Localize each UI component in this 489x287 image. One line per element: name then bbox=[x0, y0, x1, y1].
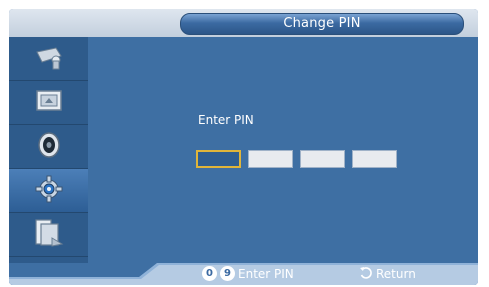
pin-entry bbox=[196, 150, 397, 168]
key-0-icon: 0 bbox=[202, 266, 217, 281]
pin-digit-4[interactable] bbox=[352, 150, 397, 168]
input-source-icon bbox=[34, 44, 64, 74]
sidebar-item-sound[interactable] bbox=[9, 125, 88, 169]
numeric-keys-hint: 0 9 Enter PIN bbox=[202, 266, 294, 281]
picture-icon bbox=[34, 88, 64, 118]
enter-pin-label: Enter PIN bbox=[198, 113, 254, 127]
osd-window: Change PIN Enter PIN 0 9 Enter PIN Retur… bbox=[9, 9, 478, 285]
multi-control-icon bbox=[33, 218, 65, 252]
setup-gear-icon bbox=[33, 173, 65, 209]
sidebar-menu bbox=[9, 37, 88, 285]
page-title: Change PIN bbox=[180, 13, 464, 35]
return-hint[interactable]: Return bbox=[359, 266, 416, 282]
sidebar-item-setup[interactable] bbox=[9, 169, 88, 213]
title-bar: Change PIN bbox=[9, 9, 478, 37]
sidebar-item-picture[interactable] bbox=[9, 81, 88, 125]
pin-digit-2[interactable] bbox=[248, 150, 293, 168]
enter-pin-hint: Enter PIN bbox=[238, 266, 294, 281]
return-icon bbox=[359, 266, 372, 282]
main-panel: Enter PIN bbox=[88, 37, 478, 263]
key-9-icon: 9 bbox=[220, 266, 235, 281]
sidebar-item-multi-control[interactable] bbox=[9, 213, 88, 257]
pin-digit-3[interactable] bbox=[300, 150, 345, 168]
footer-hint-bar: 0 9 Enter PIN Return bbox=[9, 263, 478, 285]
sound-icon bbox=[34, 130, 64, 164]
sidebar-item-input[interactable] bbox=[9, 37, 88, 81]
return-label: Return bbox=[376, 267, 416, 281]
pin-digit-1[interactable] bbox=[196, 150, 241, 168]
